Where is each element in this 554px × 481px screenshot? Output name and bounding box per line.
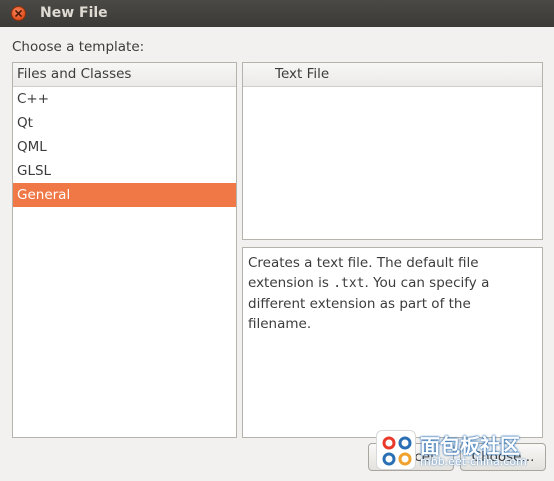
category-item-qt[interactable]: Qt bbox=[13, 111, 236, 135]
category-item-cpp[interactable]: C++ bbox=[13, 87, 236, 111]
window-title: New File bbox=[40, 5, 108, 21]
category-list-header: Files and Classes bbox=[13, 63, 236, 87]
category-list: Files and Classes C++ Qt QML GLSL Genera… bbox=[12, 62, 237, 438]
title-bar: New File bbox=[0, 0, 554, 27]
category-item-glsl[interactable]: GLSL bbox=[13, 159, 236, 183]
category-item-qml[interactable]: QML bbox=[13, 135, 236, 159]
category-item-general[interactable]: General bbox=[13, 183, 236, 207]
close-button[interactable] bbox=[11, 6, 26, 21]
template-description: Creates a text file. The default file ex… bbox=[242, 247, 543, 438]
watermark-url: mbb.eet-china.com bbox=[420, 455, 527, 468]
watermark-logo-icon bbox=[382, 436, 412, 466]
close-icon bbox=[15, 10, 22, 17]
description-text: Creates a text file. The default file ex… bbox=[248, 253, 537, 334]
template-item-text-file[interactable]: Text File bbox=[243, 63, 542, 87]
template-list: Text File bbox=[242, 62, 543, 240]
watermark-logo bbox=[376, 430, 416, 470]
description-extension: .txt bbox=[333, 276, 365, 291]
choose-template-label: Choose a template: bbox=[12, 39, 145, 55]
